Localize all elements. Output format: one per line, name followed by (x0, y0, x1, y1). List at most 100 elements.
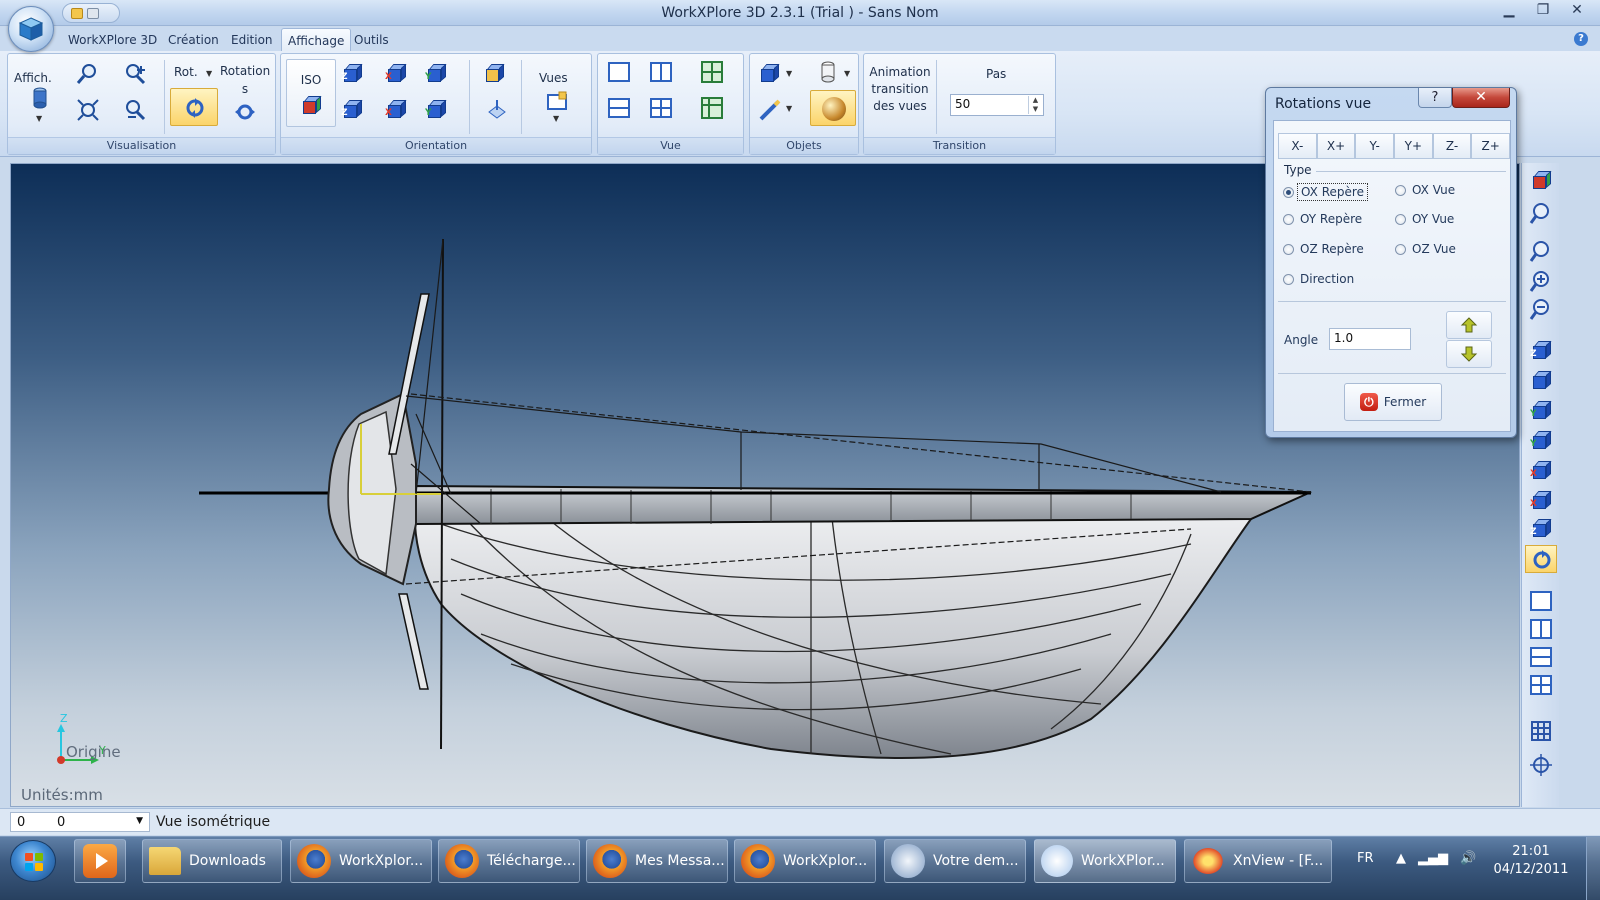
animation-transition-label[interactable]: Animation transition des vues (868, 64, 932, 115)
radio-oz-vue[interactable]: OZ Vue (1395, 242, 1456, 256)
rotations-icon[interactable] (233, 100, 257, 124)
angle-increase-button[interactable] (1446, 311, 1492, 339)
quad-split-icon[interactable] (650, 98, 672, 118)
chevron-down-icon[interactable]: ▼ (136, 816, 143, 826)
view-front-x-icon[interactable]: X (385, 62, 407, 84)
radio-ox-vue[interactable]: OX Vue (1395, 183, 1455, 197)
network-signal-icon[interactable]: ▂▄▆ (1418, 851, 1448, 866)
vues-label[interactable]: Vues (539, 70, 568, 87)
show-desktop-button[interactable] (1586, 837, 1600, 900)
axis-y-plus-button[interactable]: Y+ (1394, 133, 1433, 159)
axis-x-minus-button[interactable]: X- (1278, 133, 1317, 159)
tab-workxplore[interactable]: WorkXPlore 3D (62, 32, 163, 48)
pas-spinner[interactable]: ▲ ▼ (1028, 96, 1042, 114)
view-y-tool-icon[interactable]: Y (1530, 399, 1552, 421)
taskbar-media-player[interactable] (74, 839, 126, 883)
affich-dropdown-icon[interactable]: ▼ (36, 114, 42, 123)
view-back-x-icon[interactable]: X (385, 98, 407, 120)
pencil-dropdown-icon[interactable]: ▼ (786, 104, 792, 113)
rot-label[interactable]: Rot. (174, 64, 198, 81)
view-x2-tool-icon[interactable]: X (1530, 489, 1552, 511)
angle-input[interactable]: 1.0 (1329, 328, 1411, 350)
close-window-button[interactable]: ✕ (1562, 0, 1592, 20)
radio-oy-repere[interactable]: OY Repère (1283, 212, 1362, 226)
view-x-tool-icon[interactable]: X (1530, 459, 1552, 481)
crosshair-icon[interactable] (1529, 753, 1553, 777)
grid-icon[interactable] (1529, 719, 1553, 743)
view-left-y-icon[interactable]: Y (425, 98, 447, 120)
rotations-label[interactable]: Rotation s (220, 62, 270, 98)
single-pane-tool-icon[interactable] (1530, 591, 1552, 611)
view-right-y-icon[interactable]: Y (425, 62, 447, 84)
vertical-split-icon[interactable] (650, 62, 672, 82)
taskbar-item-xnview[interactable]: XnView - [F... (1184, 839, 1332, 883)
tab-creation[interactable]: Création (162, 32, 225, 48)
radio-oy-vue[interactable]: OY Vue (1395, 212, 1454, 226)
view-normal-icon[interactable] (483, 62, 505, 84)
single-pane-icon[interactable] (608, 62, 630, 82)
tab-affichage[interactable]: Affichage (281, 28, 352, 52)
angle-decrease-button[interactable] (1446, 340, 1492, 368)
taskbar-item-firefox-1[interactable]: WorkXplor... (290, 839, 432, 883)
rotate-tool-button[interactable] (170, 88, 218, 126)
cylinder-display-icon[interactable] (28, 86, 52, 110)
iso-view-tool-icon[interactable] (1530, 169, 1552, 191)
zoom-fit-tool-icon[interactable] (1529, 201, 1553, 225)
dialog-close-button[interactable]: ✕ (1452, 88, 1510, 108)
vues-dropdown-icon[interactable]: ▼ (553, 114, 559, 123)
language-indicator[interactable]: FR (1357, 851, 1374, 866)
vues-icon[interactable] (545, 90, 569, 114)
layout-tiles-icon[interactable] (700, 96, 724, 120)
iso-button[interactable]: ISO (286, 59, 336, 127)
taskbar-item-firefox-4[interactable]: WorkXplor... (734, 839, 876, 883)
view-y2-tool-icon[interactable]: Y (1530, 429, 1552, 451)
pas-input[interactable]: 50 ▲ ▼ (950, 94, 1044, 116)
layout-grid-icon[interactable] (700, 60, 724, 84)
view-z2-tool-icon[interactable] (1530, 369, 1552, 391)
dialog-help-button[interactable]: ? (1418, 88, 1452, 108)
taskbar-item-firefox-2[interactable]: Télécharge... (438, 839, 580, 883)
taskbar-item-firefox-3[interactable]: Mes Messa... (586, 839, 728, 883)
taskbar-item-mail[interactable]: Votre dem... (884, 839, 1026, 883)
zoom-fit-icon[interactable] (76, 98, 100, 122)
horizontal-split-tool-icon[interactable] (1530, 647, 1552, 667)
vertical-split-tool-icon[interactable] (1530, 619, 1552, 639)
maximize-button[interactable]: ❐ (1528, 0, 1558, 20)
radio-direction[interactable]: Direction (1283, 272, 1354, 286)
taskbar-item-workxplore[interactable]: WorkXPlor... (1034, 839, 1176, 883)
coordinate-select[interactable]: 0 0 ▼ (10, 812, 150, 832)
cylinder-object-icon[interactable] (816, 60, 840, 84)
axis-x-plus-button[interactable]: X+ (1316, 133, 1356, 159)
axis-y-minus-button[interactable]: Y- (1355, 133, 1395, 159)
tab-edition[interactable]: Edition (225, 32, 279, 48)
zoom-out-tool-icon[interactable] (1529, 297, 1553, 321)
horizontal-split-icon[interactable] (608, 98, 630, 118)
zoom-in-tool-icon[interactable] (1529, 269, 1553, 293)
zoom-window-tool-icon[interactable] (1529, 239, 1553, 263)
objects-display-icon[interactable] (758, 62, 780, 84)
zoom-out-icon[interactable] (123, 98, 147, 122)
minimize-button[interactable]: ▁ (1494, 0, 1524, 20)
rotate-tool-active[interactable] (1525, 545, 1557, 573)
objects-dropdown-icon[interactable]: ▼ (786, 69, 792, 78)
zoom-in-icon[interactable] (123, 62, 147, 86)
affich-label[interactable]: Affich. (14, 70, 52, 87)
fermer-button[interactable]: ⏻ Fermer (1344, 383, 1442, 421)
volume-icon[interactable]: 🔊 (1460, 851, 1476, 866)
shading-button[interactable] (810, 90, 856, 126)
application-menu-button[interactable] (8, 6, 54, 52)
axis-z-plus-button[interactable]: Z+ (1471, 133, 1511, 159)
view-bottom-z-icon[interactable]: Z (341, 98, 363, 120)
help-icon[interactable]: ? (1574, 32, 1588, 46)
radio-ox-repere[interactable]: OX Repère (1283, 183, 1368, 201)
radio-oz-repere[interactable]: OZ Repère (1283, 242, 1364, 256)
taskbar-item-downloads[interactable]: Downloads (142, 839, 282, 883)
axis-z-minus-button[interactable]: Z- (1432, 133, 1472, 159)
rot-dropdown-icon[interactable]: ▼ (206, 69, 212, 78)
quad-split-tool-icon[interactable] (1530, 675, 1552, 695)
cylinder-dropdown-icon[interactable]: ▼ (844, 69, 850, 78)
pencil-icon[interactable] (758, 98, 782, 122)
view-top-z-icon[interactable]: Z (341, 62, 363, 84)
tray-expand-icon[interactable]: ▲ (1396, 851, 1406, 866)
view-direction-icon[interactable] (485, 98, 509, 122)
